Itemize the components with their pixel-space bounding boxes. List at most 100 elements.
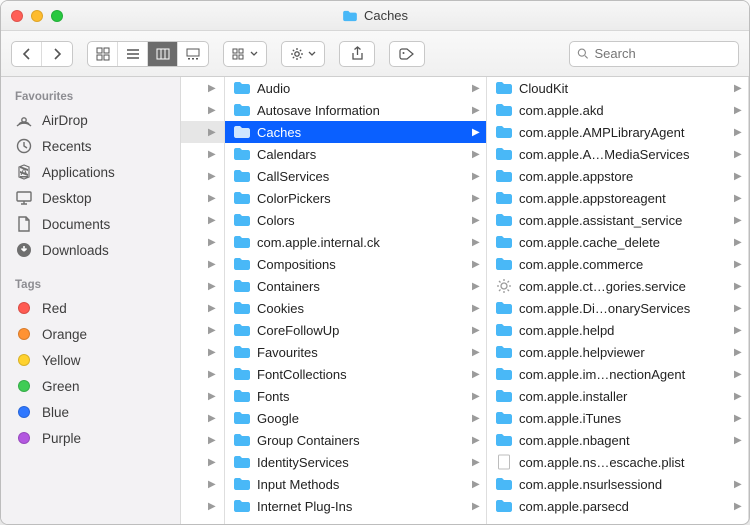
zoom-button[interactable]	[51, 10, 63, 22]
column-1-row[interactable]: Audio▶	[225, 77, 486, 99]
chevron-right-icon: ▶	[208, 149, 216, 160]
column-2-row[interactable]: com.apple.commerce▶	[487, 253, 748, 275]
action-button[interactable]	[281, 41, 325, 67]
column-2-row[interactable]: CloudKit▶	[487, 77, 748, 99]
sidebar-item-airdrop[interactable]: AirDrop	[1, 107, 180, 133]
column-0-row[interactable]: ▶	[181, 143, 224, 165]
column-2-row[interactable]: com.apple.appstore▶	[487, 165, 748, 187]
column-0-row[interactable]: ▶	[181, 341, 224, 363]
column-2-row[interactable]: com.apple.parsecd▶	[487, 495, 748, 517]
view-icon-button[interactable]	[88, 42, 118, 66]
column-0-row[interactable]: ▶	[181, 363, 224, 385]
back-button[interactable]	[12, 42, 42, 66]
column-1-row[interactable]: Input Methods▶	[225, 473, 486, 495]
column-1-row[interactable]: IdentityServices▶	[225, 451, 486, 473]
column-1-row[interactable]: Cookies▶	[225, 297, 486, 319]
view-gallery-button[interactable]	[178, 42, 208, 66]
sidebar-item-label: Desktop	[42, 191, 92, 206]
chevron-right-icon: ▶	[472, 149, 480, 160]
column-0-row[interactable]: ▶	[181, 297, 224, 319]
search-input[interactable]	[595, 46, 731, 61]
column-2[interactable]: CloudKit▶com.apple.akd▶com.apple.AMPLibr…	[487, 77, 749, 524]
column-2-row[interactable]: com.apple.iTunes▶	[487, 407, 748, 429]
column-0-row[interactable]: ▶	[181, 187, 224, 209]
column-2-row[interactable]: com.apple.nbagent▶	[487, 429, 748, 451]
column-1-row[interactable]: Google▶	[225, 407, 486, 429]
sidebar-tag-yellow[interactable]: Yellow	[1, 347, 180, 373]
column-0-row[interactable]: ▶	[181, 407, 224, 429]
column-1[interactable]: Audio▶Autosave Information▶Caches▶Calend…	[225, 77, 487, 524]
sidebar-item-label: Recents	[42, 139, 92, 154]
column-0-row[interactable]: ▶	[181, 275, 224, 297]
column-0-row[interactable]: ▶	[181, 319, 224, 341]
column-0-row[interactable]: ▶	[181, 99, 224, 121]
view-columns-button[interactable]	[148, 42, 178, 66]
column-1-row[interactable]: Group Containers▶	[225, 429, 486, 451]
forward-button[interactable]	[42, 42, 72, 66]
grid-icon	[96, 47, 110, 61]
sidebar-tag-blue[interactable]: Blue	[1, 399, 180, 425]
column-2-row[interactable]: com.apple.ns…escache.plist	[487, 451, 748, 473]
column-0-row[interactable]: ▶	[181, 385, 224, 407]
column-0-row[interactable]: ▶	[181, 121, 224, 143]
tags-button[interactable]	[389, 41, 425, 67]
column-1-row[interactable]: com.apple.internal.ck▶	[225, 231, 486, 253]
column-2-row[interactable]: com.apple.assistant_service▶	[487, 209, 748, 231]
column-2-row[interactable]: com.apple.installer▶	[487, 385, 748, 407]
titlebar[interactable]: Caches	[1, 1, 749, 31]
column-2-row[interactable]: com.apple.A…MediaServices▶	[487, 143, 748, 165]
sidebar-item-desktop[interactable]: Desktop	[1, 185, 180, 211]
close-button[interactable]	[11, 10, 23, 22]
column-2-row[interactable]: com.apple.Di…onaryServices▶	[487, 297, 748, 319]
column-0-row[interactable]: ▶	[181, 451, 224, 473]
column-2-row[interactable]: com.apple.appstoreagent▶	[487, 187, 748, 209]
column-1-row[interactable]: CallServices▶	[225, 165, 486, 187]
column-2-row[interactable]: com.apple.AMPLibraryAgent▶	[487, 121, 748, 143]
item-name: FontCollections	[257, 367, 466, 382]
column-0-row[interactable]: ▶	[181, 495, 224, 517]
column-0-row[interactable]: ▶	[181, 429, 224, 451]
column-0-row[interactable]: ▶	[181, 253, 224, 275]
search-field[interactable]	[569, 41, 739, 67]
sidebar-item-applications[interactable]: AApplications	[1, 159, 180, 185]
column-1-row[interactable]: Calendars▶	[225, 143, 486, 165]
column-1-row[interactable]: Internet Plug-Ins▶	[225, 495, 486, 517]
arrange-button[interactable]	[223, 41, 267, 67]
minimize-button[interactable]	[31, 10, 43, 22]
column-1-row[interactable]: Compositions▶	[225, 253, 486, 275]
column-2-row[interactable]: com.apple.nsurlsessiond▶	[487, 473, 748, 495]
column-1-row[interactable]: FontCollections▶	[225, 363, 486, 385]
view-list-button[interactable]	[118, 42, 148, 66]
column-0-row[interactable]: ▶	[181, 77, 224, 99]
sidebar-tag-orange[interactable]: Orange	[1, 321, 180, 347]
sidebar-tag-red[interactable]: Red	[1, 295, 180, 321]
sidebar-item-downloads[interactable]: Downloads	[1, 237, 180, 263]
column-2-row[interactable]: com.apple.akd▶	[487, 99, 748, 121]
column-1-row[interactable]: Fonts▶	[225, 385, 486, 407]
column-1-row[interactable]: Caches▶	[225, 121, 486, 143]
column-0-row[interactable]: ▶	[181, 231, 224, 253]
column-0-row[interactable]: ▶	[181, 165, 224, 187]
column-2-row[interactable]: com.apple.helpviewer▶	[487, 341, 748, 363]
column-0[interactable]: ▶▶▶▶▶▶▶▶▶▶▶▶▶▶▶▶▶▶▶▶	[181, 77, 225, 524]
column-0-row[interactable]: ▶	[181, 209, 224, 231]
sidebar-tag-green[interactable]: Green	[1, 373, 180, 399]
folder-icon	[233, 389, 251, 403]
column-2-row[interactable]: com.apple.cache_delete▶	[487, 231, 748, 253]
column-1-row[interactable]: Favourites▶	[225, 341, 486, 363]
column-0-row[interactable]: ▶	[181, 473, 224, 495]
column-1-row[interactable]: CoreFollowUp▶	[225, 319, 486, 341]
column-1-row[interactable]: ColorPickers▶	[225, 187, 486, 209]
share-button[interactable]	[339, 41, 375, 67]
sidebar-item-recents[interactable]: Recents	[1, 133, 180, 159]
column-1-row[interactable]: Containers▶	[225, 275, 486, 297]
sidebar-tag-purple[interactable]: Purple	[1, 425, 180, 451]
column-1-row[interactable]: Autosave Information▶	[225, 99, 486, 121]
column-2-row[interactable]: com.apple.im…nectionAgent▶	[487, 363, 748, 385]
sidebar-item-documents[interactable]: Documents	[1, 211, 180, 237]
column-2-row[interactable]: com.apple.ct…gories.service▶	[487, 275, 748, 297]
column-2-row[interactable]: com.apple.helpd▶	[487, 319, 748, 341]
column-1-row[interactable]: Colors▶	[225, 209, 486, 231]
tag-dot-icon	[18, 380, 30, 392]
item-name: Audio	[257, 81, 466, 96]
